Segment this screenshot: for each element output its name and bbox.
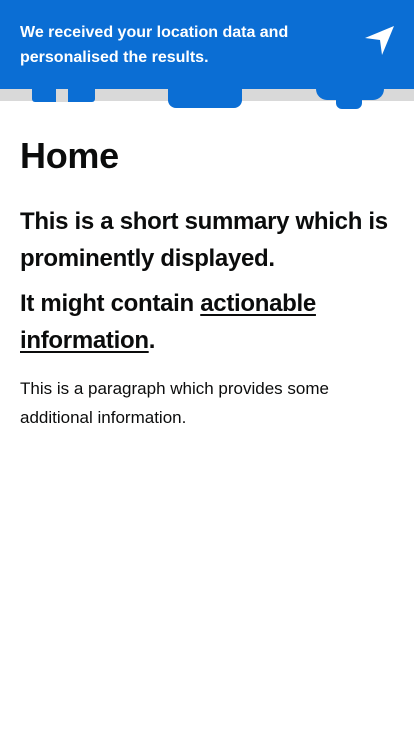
page-title: Home [20, 135, 119, 176]
main-content: Home This is a short summary which is pr… [20, 132, 394, 432]
nav-item-peek-gap [56, 89, 68, 102]
action-text: It might contain actionable information. [20, 285, 394, 359]
action-suffix: . [148, 327, 156, 354]
location-notification-banner: We received your location data and perso… [0, 0, 414, 89]
summary-text: This is a short summary which is promine… [20, 208, 388, 272]
additional-info-paragraph: This is a paragraph which provides some … [20, 379, 329, 427]
banner-message: We received your location data and perso… [20, 24, 289, 66]
location-arrow-icon [364, 24, 396, 56]
action-prefix: It might contain [20, 290, 201, 317]
nav-item-peek [336, 96, 362, 109]
nav-item-peek [168, 89, 242, 108]
